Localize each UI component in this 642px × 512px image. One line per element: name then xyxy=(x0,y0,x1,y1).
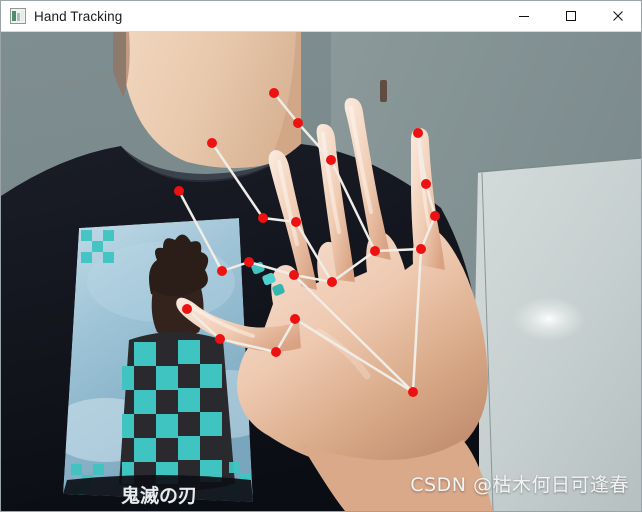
landmark-point-thumb-tip xyxy=(182,304,192,314)
landmark-point-middle-dip xyxy=(258,213,268,223)
close-icon xyxy=(612,11,623,21)
landmark-point-index-pip xyxy=(244,257,254,267)
landmark-point-ring-dip xyxy=(293,118,303,128)
maximize-button[interactable] xyxy=(547,1,594,32)
application-window: Hand Tracking 鬼滅の刃 CSDN @枯木何日可逢春 xyxy=(0,0,642,512)
landmark-point-wrist xyxy=(408,387,418,397)
door-light-reflection xyxy=(513,297,585,341)
minimize-button[interactable] xyxy=(500,1,547,32)
title-bar[interactable]: Hand Tracking xyxy=(1,1,641,32)
landmark-point-pinky-dip xyxy=(421,179,431,189)
landmark-point-pinky-pip xyxy=(430,211,440,221)
shirt-title-text: 鬼滅の刃 xyxy=(121,484,197,507)
landmark-point-index-tip xyxy=(174,186,184,196)
video-frame: 鬼滅の刃 xyxy=(1,32,641,511)
maximize-icon xyxy=(565,11,576,21)
landmark-point-thumb-cmc xyxy=(290,314,300,324)
landmark-point-ring-mcp xyxy=(370,246,380,256)
opencv-window-icon xyxy=(10,8,26,24)
landmark-point-middle-pip xyxy=(291,217,301,227)
close-button[interactable] xyxy=(594,1,641,32)
landmark-point-middle-tip xyxy=(207,138,217,148)
webcam-video-feed: 鬼滅の刃 CSDN @枯木何日可逢春 xyxy=(1,32,641,511)
door-panel xyxy=(471,157,641,511)
window-title: Hand Tracking xyxy=(34,8,123,24)
wall-fixture xyxy=(380,80,387,102)
landmark-point-pinky-mcp xyxy=(416,244,426,254)
landmark-point-thumb-mcp xyxy=(271,347,281,357)
window-controls xyxy=(500,1,641,32)
landmark-point-middle-mcp xyxy=(327,277,337,287)
landmark-point-pinky-tip xyxy=(413,128,423,138)
landmark-point-index-mcp xyxy=(289,270,299,280)
landmark-point-index-dip xyxy=(217,266,227,276)
minimize-icon xyxy=(518,16,529,17)
landmark-point-thumb-ip xyxy=(215,334,225,344)
landmark-point-ring-tip xyxy=(269,88,279,98)
landmark-point-ring-pip xyxy=(326,155,336,165)
